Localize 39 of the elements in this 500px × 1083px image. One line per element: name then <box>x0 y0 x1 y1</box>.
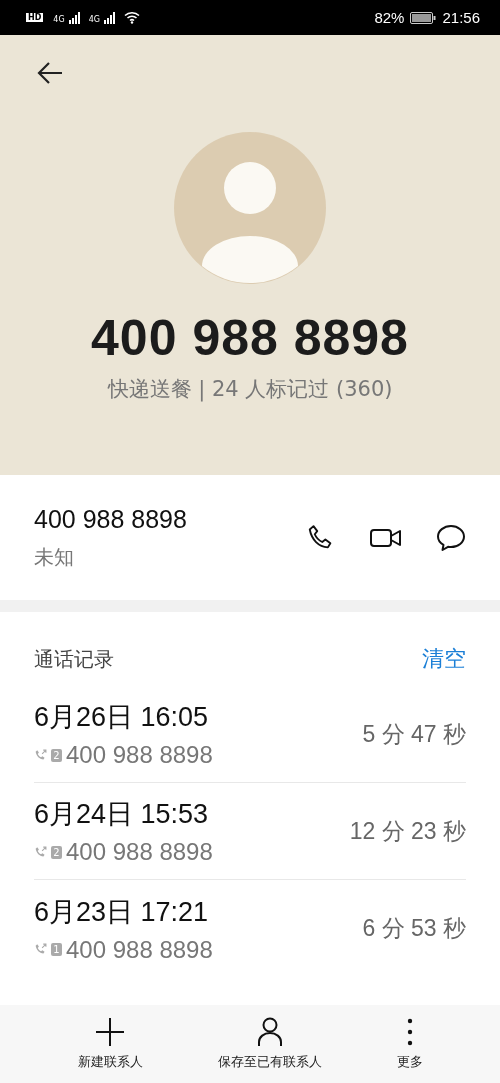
clear-button[interactable]: 清空 <box>422 644 466 674</box>
signal-icon <box>103 11 116 24</box>
wifi-icon <box>123 11 140 24</box>
toolbar-button[interactable]: 更多 <box>396 1017 423 1071</box>
sim-badge: 1 <box>51 943 62 956</box>
network-label: 4G <box>53 15 65 24</box>
avatar-icon <box>174 132 326 284</box>
battery-percent: 82% <box>374 9 405 26</box>
location-text: 未知 <box>34 543 75 571</box>
message-icon[interactable] <box>436 523 466 552</box>
section-title: 通话记录 <box>34 645 114 673</box>
person-icon <box>256 1017 283 1047</box>
network-label: 4G <box>88 15 100 24</box>
back-arrow-icon[interactable] <box>36 61 64 85</box>
phone-number: 400 988 8898 <box>66 935 213 964</box>
call-duration: 5 分 47 秒 <box>362 719 466 749</box>
plus-icon <box>95 1017 125 1047</box>
phone-number: 400 988 8898 <box>34 504 187 534</box>
sim-badge: 2 <box>51 748 62 762</box>
clock: 21:56 <box>442 9 480 26</box>
outgoing-call-icon <box>34 748 47 762</box>
toolbar-button[interactable]: 新建联系人 <box>77 1017 143 1071</box>
more-icon <box>406 1017 413 1047</box>
sim-badge: 2 <box>51 845 62 859</box>
battery-icon <box>410 11 437 24</box>
call-duration: 6 分 53 秒 <box>362 914 466 943</box>
call-time: 6月26日 16:05 <box>34 701 210 734</box>
signal-icon <box>68 11 81 24</box>
outgoing-call-icon <box>34 845 47 859</box>
phone-number: 400 988 8898 <box>66 838 213 866</box>
outgoing-call-icon <box>34 943 47 956</box>
call-time: 6月24日 15:53 <box>34 798 210 831</box>
number-tag: 快递送餐 | 24 人标记过 (360) <box>107 375 393 403</box>
hd-indicator: HD <box>26 13 44 22</box>
phone-number: 400 988 8898 <box>91 309 409 367</box>
toolbar-button[interactable]: 保存至已有联系人 <box>217 1017 322 1071</box>
call-duration: 12 分 23 秒 <box>349 816 466 846</box>
phone-number: 400 988 8898 <box>66 741 213 769</box>
call-time: 6月23日 17:21 <box>34 895 210 929</box>
